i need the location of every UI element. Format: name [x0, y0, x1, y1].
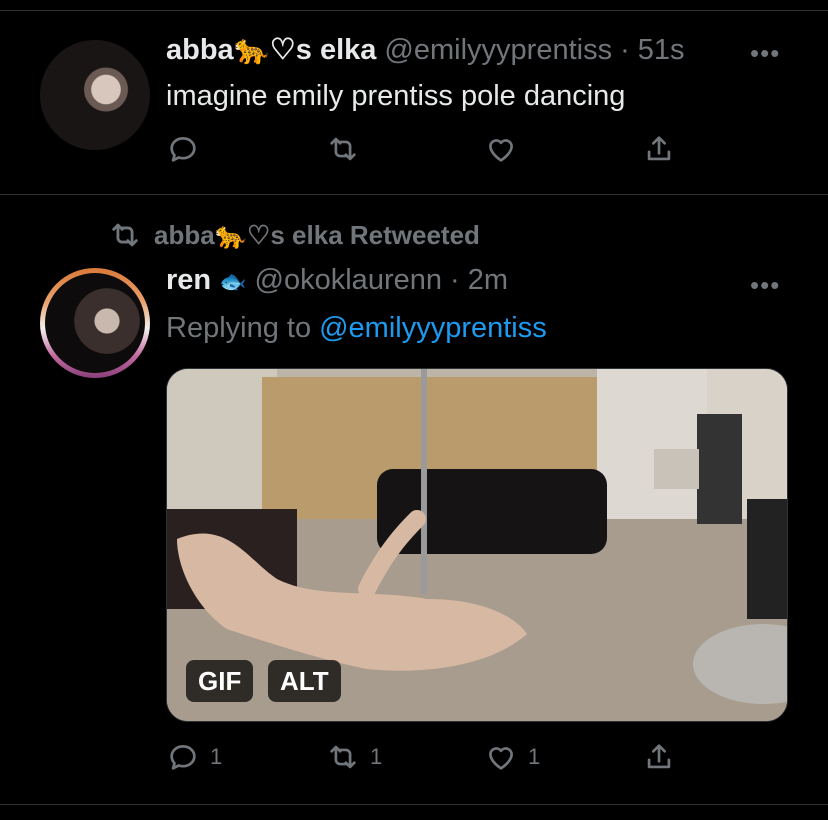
share-button[interactable] — [642, 132, 676, 166]
more-icon[interactable]: ••• — [750, 270, 780, 301]
retweet-label: abba🐆♡s elka Retweeted — [154, 219, 480, 250]
display-name[interactable]: ren — [166, 264, 211, 297]
gif-badge: GIF — [186, 660, 254, 702]
top-divider — [0, 10, 828, 11]
tweet-actions — [166, 132, 726, 172]
retweet-button[interactable]: 1 — [326, 740, 382, 774]
share-icon — [647, 136, 671, 161]
like-button[interactable] — [484, 132, 518, 166]
timestamp[interactable]: · 2m — [450, 264, 508, 297]
avatar-image — [45, 273, 145, 373]
reply-icon — [170, 745, 196, 770]
tweet-divider — [0, 194, 828, 195]
retweet-icon — [112, 223, 138, 247]
replying-to-handle[interactable]: @emilyyyprentiss — [319, 312, 547, 345]
retweet-icon — [330, 137, 356, 161]
tweet-header: abba🐆♡s elka @emilyyyprentiss · 51s — [166, 32, 685, 67]
like-button[interactable]: 1 — [484, 740, 540, 774]
retweet-button[interactable] — [326, 132, 360, 166]
share-icon — [647, 744, 671, 769]
share-button[interactable] — [642, 740, 676, 774]
tweet-text: imagine emily prentiss pole dancing — [166, 80, 626, 112]
retweet-icon — [330, 745, 356, 769]
replying-prefix: Replying to — [166, 312, 312, 344]
bottom-divider — [0, 804, 828, 805]
more-icon[interactable]: ••• — [750, 38, 780, 69]
avatar[interactable] — [40, 40, 150, 150]
reply-icon — [170, 137, 196, 162]
avatar[interactable] — [40, 268, 150, 378]
handle[interactable]: @emilyyyprentiss — [384, 34, 612, 67]
reply-button[interactable]: 1 — [166, 740, 222, 774]
like-count: 1 — [528, 744, 541, 769]
handle[interactable]: @okoklaurenn — [255, 264, 442, 297]
replying-to: Replying to @emilyyyprentiss — [166, 312, 547, 345]
display-name[interactable]: abba🐆♡s elka — [166, 32, 376, 67]
like-icon — [489, 747, 513, 770]
alt-badge[interactable]: ALT — [268, 660, 341, 702]
reply-count: 1 — [210, 744, 223, 769]
like-icon — [489, 139, 513, 162]
tweet-actions: 1 1 1 — [166, 740, 726, 780]
tweet-header: ren 🐟 @okoklaurenn · 2m — [166, 264, 508, 297]
timestamp[interactable]: · 51s — [620, 34, 684, 67]
fish-icon: 🐟 — [219, 269, 247, 294]
gif-frame — [167, 369, 787, 721]
retweet-count: 1 — [370, 744, 383, 769]
reply-button[interactable] — [166, 132, 200, 166]
retweet-indicator[interactable]: abba🐆♡s elka Retweeted — [108, 218, 480, 252]
gif-media[interactable] — [166, 368, 788, 722]
